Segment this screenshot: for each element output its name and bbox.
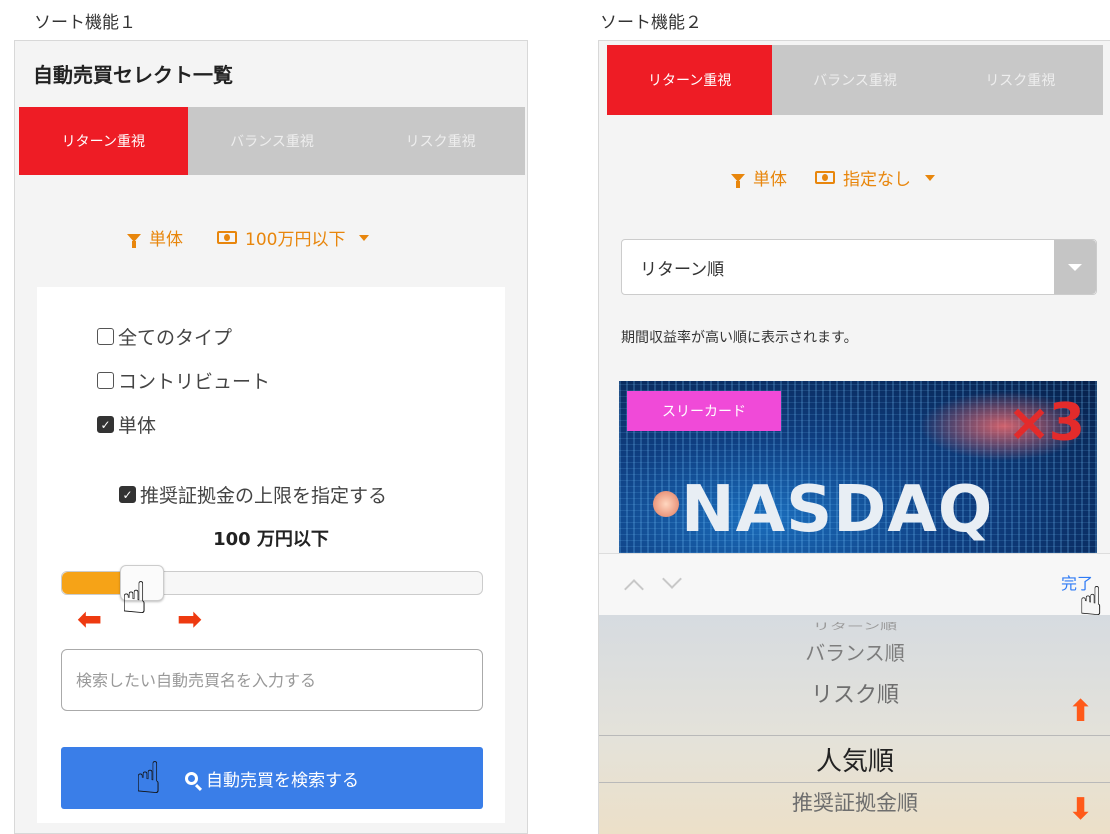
- product-banner[interactable]: スリーカード ×3 NASDAQ: [619, 381, 1097, 553]
- checkbox-single[interactable]: 単体: [97, 411, 156, 438]
- caret-down-icon: [359, 234, 370, 241]
- filter-toggle[interactable]: 単体 100万円以下: [127, 225, 370, 250]
- checkbox-icon: [97, 372, 114, 389]
- checkbox-label: 全てのタイプ: [118, 327, 233, 349]
- filter-toggle[interactable]: 単体 指定なし: [731, 165, 935, 190]
- picker-option[interactable]: 推奨証拠金順: [599, 787, 1110, 817]
- sort-description: 期間収益率が高い順に表示されます。: [621, 330, 858, 346]
- search-input[interactable]: [61, 649, 483, 711]
- tab-risk[interactable]: リスク重視: [938, 45, 1103, 115]
- arrow-left-icon: ⬅: [77, 602, 103, 637]
- money-icon: [217, 231, 237, 244]
- arrow-right-icon: ➡: [177, 602, 203, 637]
- picker-option-selected[interactable]: 人気順: [599, 741, 1110, 778]
- screen-sort-1: 自動売買セレクト一覧 リターン重視 バランス重視 リスク重視 単体 100万円以…: [14, 40, 528, 834]
- checkbox-checked-icon: [97, 416, 114, 433]
- funnel-icon: [127, 233, 141, 248]
- money-icon: [815, 171, 835, 184]
- search-button[interactable]: 自動売買を検索する: [61, 747, 483, 809]
- sort-select-value: リターン順: [640, 259, 725, 280]
- picker-option[interactable]: リスク順: [599, 677, 1110, 709]
- checkbox-contribute[interactable]: コントリビュート: [97, 367, 270, 394]
- caption-sort-2: ソート機能２: [600, 13, 702, 33]
- checkbox-label: 推奨証拠金の上限を指定する: [140, 485, 388, 507]
- filter-margin-label: 100万円以下: [245, 230, 346, 250]
- search-button-label: 自動売買を検索する: [206, 770, 359, 791]
- arrow-up-icon: ⬆: [1067, 694, 1093, 729]
- pointer-hand-icon: ☝: [135, 753, 162, 804]
- caret-down-icon: [925, 174, 935, 181]
- funnel-icon: [731, 173, 745, 188]
- tab-balance[interactable]: バランス重視: [188, 107, 357, 175]
- arrow-down-icon: ⬇: [1067, 792, 1093, 827]
- tab-balance[interactable]: バランス重視: [772, 45, 937, 115]
- strategy-tabs: リターン重視 バランス重視 リスク重視: [19, 107, 525, 175]
- chevron-down-icon: [1054, 240, 1096, 294]
- tab-risk[interactable]: リスク重視: [356, 107, 525, 175]
- chevron-up-icon[interactable]: [624, 579, 644, 599]
- checkbox-checked-icon: [119, 486, 136, 503]
- banner-orb: [653, 491, 679, 517]
- filter-type-label: 単体: [753, 170, 787, 190]
- multiplier-label: ×3: [1007, 393, 1085, 453]
- pointer-hand-icon: ☝: [121, 573, 148, 624]
- picker-option[interactable]: バランス順: [599, 637, 1110, 666]
- type-badge: スリーカード: [627, 391, 781, 431]
- chevron-down-icon[interactable]: [662, 569, 682, 589]
- checkbox-all-types[interactable]: 全てのタイプ: [97, 323, 232, 350]
- strategy-tabs: リターン重視 バランス重視 リスク重視: [607, 45, 1103, 115]
- tab-return[interactable]: リターン重視: [607, 45, 773, 115]
- caption-sort-1: ソート機能１: [34, 13, 136, 33]
- page-title: 自動売買セレクト一覧: [33, 63, 233, 87]
- banner-title: NASDAQ: [681, 473, 994, 547]
- sort-select[interactable]: リターン順: [621, 239, 1097, 295]
- filter-margin-label: 指定なし: [843, 170, 911, 190]
- checkbox-label: 単体: [118, 415, 157, 437]
- filter-type-label: 単体: [149, 230, 183, 250]
- filter-panel: 全てのタイプ コントリビュート 単体 推奨証拠金の上限を指定する 100 万円以…: [37, 287, 505, 823]
- screen-sort-2: リターン重視 バランス重視 リスク重視 単体 指定なし リターン順 期間収益率が…: [598, 40, 1110, 834]
- checkbox-margin-limit[interactable]: 推奨証拠金の上限を指定する: [119, 481, 387, 508]
- margin-limit-value: 100 万円以下: [213, 529, 329, 550]
- picker-option[interactable]: リターン順: [599, 619, 1110, 632]
- checkbox-icon: [97, 328, 114, 345]
- checkbox-label: コントリビュート: [118, 371, 271, 393]
- picker-toolbar: 完了 ☝: [599, 553, 1110, 622]
- sort-picker[interactable]: リターン順 バランス順 リスク順 人気順 推奨証拠金順 ⬆ ⬇: [599, 615, 1110, 834]
- tab-return[interactable]: リターン重視: [19, 107, 188, 175]
- search-icon: [185, 771, 198, 785]
